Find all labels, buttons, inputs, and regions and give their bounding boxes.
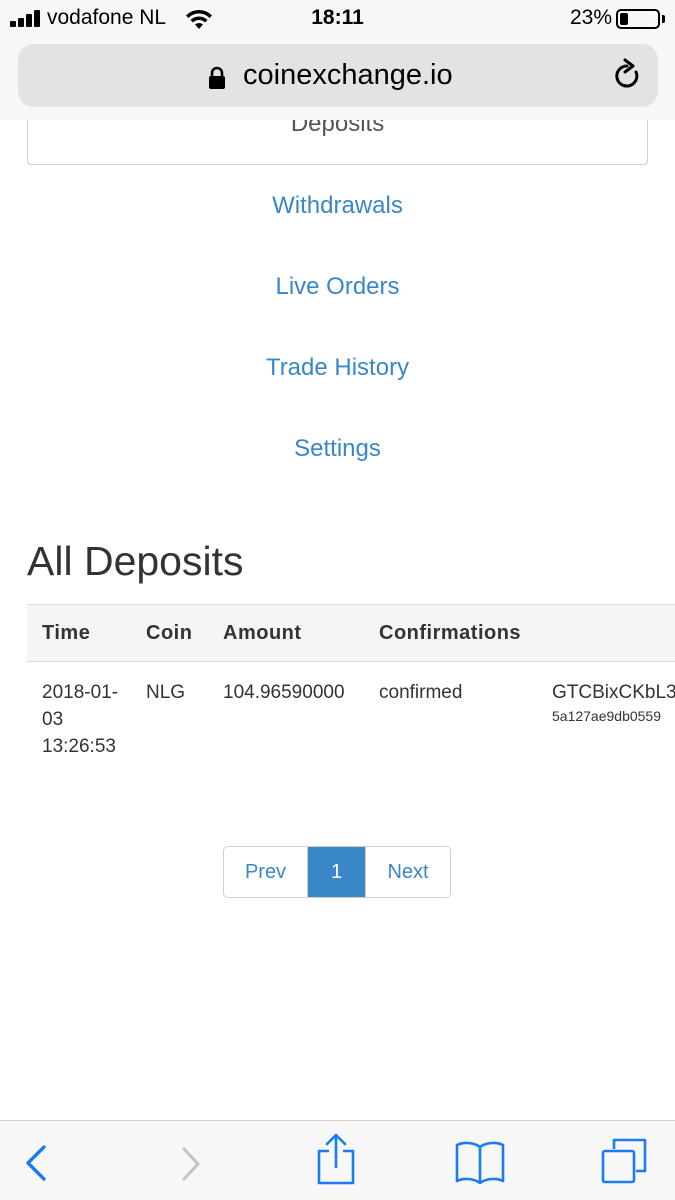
nav-link-trade-history[interactable]: Trade History bbox=[0, 354, 675, 382]
page-title: All Deposits bbox=[27, 538, 244, 584]
cell-time: 2018-01-03 13:26:53 bbox=[42, 682, 119, 757]
deposit-address: GTCBixCKbL3 bbox=[552, 682, 675, 703]
prev-page-button[interactable]: Prev bbox=[224, 847, 308, 897]
url-text: coinexchange.io bbox=[243, 59, 453, 91]
cell-confirmations: confirmed bbox=[379, 682, 463, 703]
nav-link-live-orders[interactable]: Live Orders bbox=[0, 273, 675, 301]
deposits-table: Time Coin Amount Confirmations 2018-01-0… bbox=[27, 604, 675, 802]
browser-address-area: coinexchange.io bbox=[0, 38, 675, 120]
lock-icon bbox=[207, 66, 227, 95]
bookmarks-icon[interactable] bbox=[455, 1139, 505, 1190]
table-header: Time Coin Amount Confirmations bbox=[27, 604, 675, 662]
battery-level bbox=[620, 13, 629, 25]
pagination: Prev 1 Next bbox=[223, 846, 451, 898]
tabs-icon[interactable] bbox=[600, 1137, 648, 1190]
browser-toolbar bbox=[0, 1120, 675, 1200]
cell-address: GTCBixCKbL3 5a127ae9db0559 bbox=[552, 679, 675, 726]
battery-nub bbox=[662, 15, 665, 23]
address-bar[interactable]: coinexchange.io bbox=[18, 44, 658, 107]
battery-icon bbox=[616, 9, 660, 29]
column-header-confirmations: Confirmations bbox=[379, 622, 522, 644]
column-header-coin: Coin bbox=[146, 622, 193, 644]
nav-item-deposits[interactable]: Deposits bbox=[27, 120, 648, 165]
transaction-id: 5a127ae9db0559 bbox=[552, 708, 662, 724]
column-header-time: Time bbox=[42, 622, 91, 644]
battery-percent: 23% bbox=[569, 6, 612, 29]
table-row: 2018-01-03 13:26:53 NLG 104.96590000 con… bbox=[27, 662, 675, 802]
nav-link-settings[interactable]: Settings bbox=[0, 435, 675, 463]
page-1-button[interactable]: 1 bbox=[308, 847, 365, 897]
nav-link-withdrawals[interactable]: Withdrawals bbox=[0, 192, 675, 220]
cell-coin: NLG bbox=[146, 682, 186, 703]
forward-icon[interactable] bbox=[176, 1145, 206, 1188]
reload-icon[interactable] bbox=[612, 58, 642, 97]
cell-amount: 104.96590000 bbox=[223, 682, 345, 703]
column-header-amount: Amount bbox=[223, 622, 302, 644]
status-bar: vodafone NL 18:11 23% bbox=[0, 0, 675, 38]
next-page-button[interactable]: Next bbox=[365, 847, 450, 897]
share-icon[interactable] bbox=[315, 1133, 357, 1190]
page-content: Deposits Withdrawals Live Orders Trade H… bbox=[0, 120, 675, 1120]
back-icon[interactable] bbox=[22, 1143, 52, 1188]
